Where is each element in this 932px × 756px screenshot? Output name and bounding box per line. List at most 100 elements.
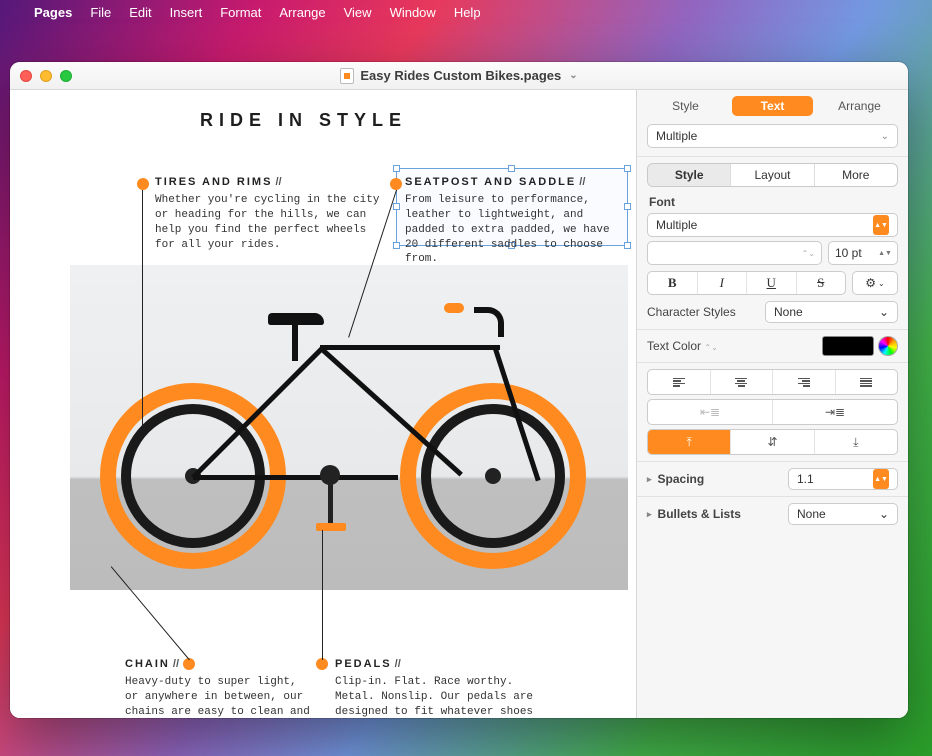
chain-body: Heavy-duty to super light, or anywhere i… bbox=[125, 675, 315, 718]
menu-view[interactable]: View bbox=[344, 5, 372, 20]
character-styles-label: Character Styles bbox=[647, 305, 757, 319]
lead-line bbox=[142, 190, 143, 425]
pedals-title: PEDALS bbox=[335, 658, 392, 670]
titlebar[interactable]: Easy Rides Custom Bikes.pages ⌄ bbox=[10, 62, 908, 90]
valign-middle-button[interactable]: ⇵ bbox=[731, 430, 814, 454]
slashes: // bbox=[576, 176, 585, 188]
menu-window[interactable]: Window bbox=[390, 5, 436, 20]
resize-handle[interactable] bbox=[624, 203, 631, 210]
line-spacing-field[interactable]: 1.1 ▲▼ bbox=[788, 468, 898, 490]
minimize-button[interactable] bbox=[40, 70, 52, 82]
font-size-stepper[interactable]: ▲▼ bbox=[879, 242, 891, 264]
text-color-swatch[interactable] bbox=[822, 336, 874, 356]
menu-format[interactable]: Format bbox=[220, 5, 261, 20]
paragraph-style-popup[interactable]: Multiple ⌄ bbox=[647, 124, 898, 148]
font-family-value: Multiple bbox=[656, 218, 697, 232]
resize-handle[interactable] bbox=[624, 242, 631, 249]
align-left-button[interactable] bbox=[648, 370, 711, 394]
advanced-options-button[interactable]: ⚙︎⌄ bbox=[852, 271, 898, 295]
resize-handle[interactable] bbox=[393, 242, 400, 249]
subtab-more[interactable]: More bbox=[815, 164, 897, 186]
chevron-down-icon: ⌄ bbox=[881, 131, 889, 142]
font-size-value: 10 pt bbox=[835, 246, 862, 260]
app-menu[interactable]: Pages bbox=[34, 5, 72, 20]
character-styles-popup[interactable]: None ⌄ bbox=[765, 301, 898, 323]
callout-seatpost[interactable]: SEATPOST AND SADDLE // From leisure to p… bbox=[405, 176, 625, 267]
font-family-popup[interactable]: Multiple ▲▼ bbox=[647, 213, 898, 237]
bullets-popup[interactable]: None ⌄ bbox=[788, 503, 898, 525]
menu-edit[interactable]: Edit bbox=[129, 5, 151, 20]
inspector-tabs: Style Text Arrange bbox=[637, 90, 908, 120]
menu-bar[interactable]: Pages File Edit Insert Format Arrange Vi… bbox=[0, 0, 932, 24]
subtab-style[interactable]: Style bbox=[648, 164, 731, 186]
subtab-layout[interactable]: Layout bbox=[731, 164, 814, 186]
disclosure-icon[interactable]: ▸ bbox=[647, 474, 652, 485]
chain-title: CHAIN bbox=[125, 658, 170, 670]
spacing-stepper-icon[interactable]: ▲▼ bbox=[873, 469, 889, 489]
align-right-button[interactable] bbox=[773, 370, 836, 394]
seat-title: SEATPOST AND SADDLE bbox=[405, 176, 576, 188]
resize-handle[interactable] bbox=[393, 165, 400, 172]
font-style-strip: B I U S bbox=[647, 271, 846, 295]
title-chevron-icon[interactable]: ⌄ bbox=[569, 70, 577, 81]
resize-handle[interactable] bbox=[393, 203, 400, 210]
slashes: // bbox=[170, 658, 179, 670]
gear-icon: ⚙︎ bbox=[865, 276, 876, 290]
indent-controls: ⇤≣ ⇥≣ bbox=[647, 399, 898, 425]
strikethrough-button[interactable]: S bbox=[797, 272, 846, 294]
align-center-button[interactable] bbox=[711, 370, 774, 394]
character-styles-value: None bbox=[774, 305, 803, 319]
bold-button[interactable]: B bbox=[648, 272, 698, 294]
document-icon bbox=[340, 68, 354, 84]
marker-dot bbox=[390, 178, 402, 190]
resize-handle[interactable] bbox=[624, 165, 631, 172]
zoom-button[interactable] bbox=[60, 70, 72, 82]
menu-help[interactable]: Help bbox=[454, 5, 481, 20]
align-justify-button[interactable] bbox=[836, 370, 898, 394]
valign-bottom-button[interactable]: ⤓ bbox=[815, 430, 897, 454]
menu-file[interactable]: File bbox=[90, 5, 111, 20]
handlebar-graphic bbox=[474, 307, 504, 337]
indent-button[interactable]: ⇥≣ bbox=[773, 400, 897, 424]
rear-wheel-graphic bbox=[400, 383, 586, 569]
font-label: Font bbox=[649, 195, 896, 209]
callout-chain[interactable]: CHAIN // Heavy-duty to super light, or a… bbox=[125, 658, 315, 718]
slashes: // bbox=[272, 176, 281, 188]
menu-arrange[interactable]: Arrange bbox=[279, 5, 325, 20]
callout-tires[interactable]: TIRES AND RIMS // Whether you're cycling… bbox=[155, 176, 385, 252]
app-window: Easy Rides Custom Bikes.pages ⌄ RIDE IN … bbox=[10, 62, 908, 718]
chevron-down-icon: ⌄ bbox=[879, 507, 889, 521]
valign-top-button[interactable]: ⤒ bbox=[648, 430, 731, 454]
bullets-value: None bbox=[797, 507, 826, 521]
chevron-down-icon: ⌄ bbox=[878, 279, 885, 288]
font-family-stepper-icon[interactable]: ▲▼ bbox=[873, 215, 889, 235]
disclosure-icon[interactable]: ▸ bbox=[647, 509, 652, 520]
italic-button[interactable]: I bbox=[698, 272, 748, 294]
typeface-popup[interactable]: ⌃⌄ bbox=[647, 241, 822, 265]
color-wheel-button[interactable] bbox=[878, 336, 898, 356]
text-subtabs: Style Layout More bbox=[647, 163, 898, 187]
tab-text[interactable]: Text bbox=[732, 96, 813, 116]
vertical-alignment: ⤒ ⇵ ⤓ bbox=[647, 429, 898, 455]
resize-handle[interactable] bbox=[508, 165, 515, 172]
font-size-field[interactable]: 10 pt ▲▼ bbox=[828, 241, 898, 265]
document-canvas[interactable]: RIDE IN STYLE TIRES AND RIMS // Whether … bbox=[10, 90, 636, 718]
tab-arrange[interactable]: Arrange bbox=[819, 96, 900, 116]
chevron-updown-icon: ⌃⌄ bbox=[802, 249, 815, 258]
close-button[interactable] bbox=[20, 70, 32, 82]
lead-line bbox=[322, 530, 323, 660]
bike-photo[interactable] bbox=[70, 265, 628, 590]
text-color-label: Text Color ⌃⌄ bbox=[647, 339, 757, 353]
callout-pedals[interactable]: PEDALS // Clip-in. Flat. Race worthy. Me… bbox=[335, 658, 545, 718]
tires-title: TIRES AND RIMS bbox=[155, 176, 272, 188]
headline[interactable]: RIDE IN STYLE bbox=[200, 110, 628, 131]
underline-button[interactable]: U bbox=[747, 272, 797, 294]
seat-body: From leisure to performance, leather to … bbox=[405, 193, 625, 267]
outdent-button[interactable]: ⇤≣ bbox=[648, 400, 773, 424]
chevron-down-icon: ⌄ bbox=[879, 305, 889, 319]
window-title: Easy Rides Custom Bikes.pages ⌄ bbox=[10, 68, 908, 84]
line-spacing-value: 1.1 bbox=[797, 472, 814, 486]
menu-insert[interactable]: Insert bbox=[170, 5, 203, 20]
tab-style[interactable]: Style bbox=[645, 96, 726, 116]
window-controls bbox=[20, 70, 72, 82]
